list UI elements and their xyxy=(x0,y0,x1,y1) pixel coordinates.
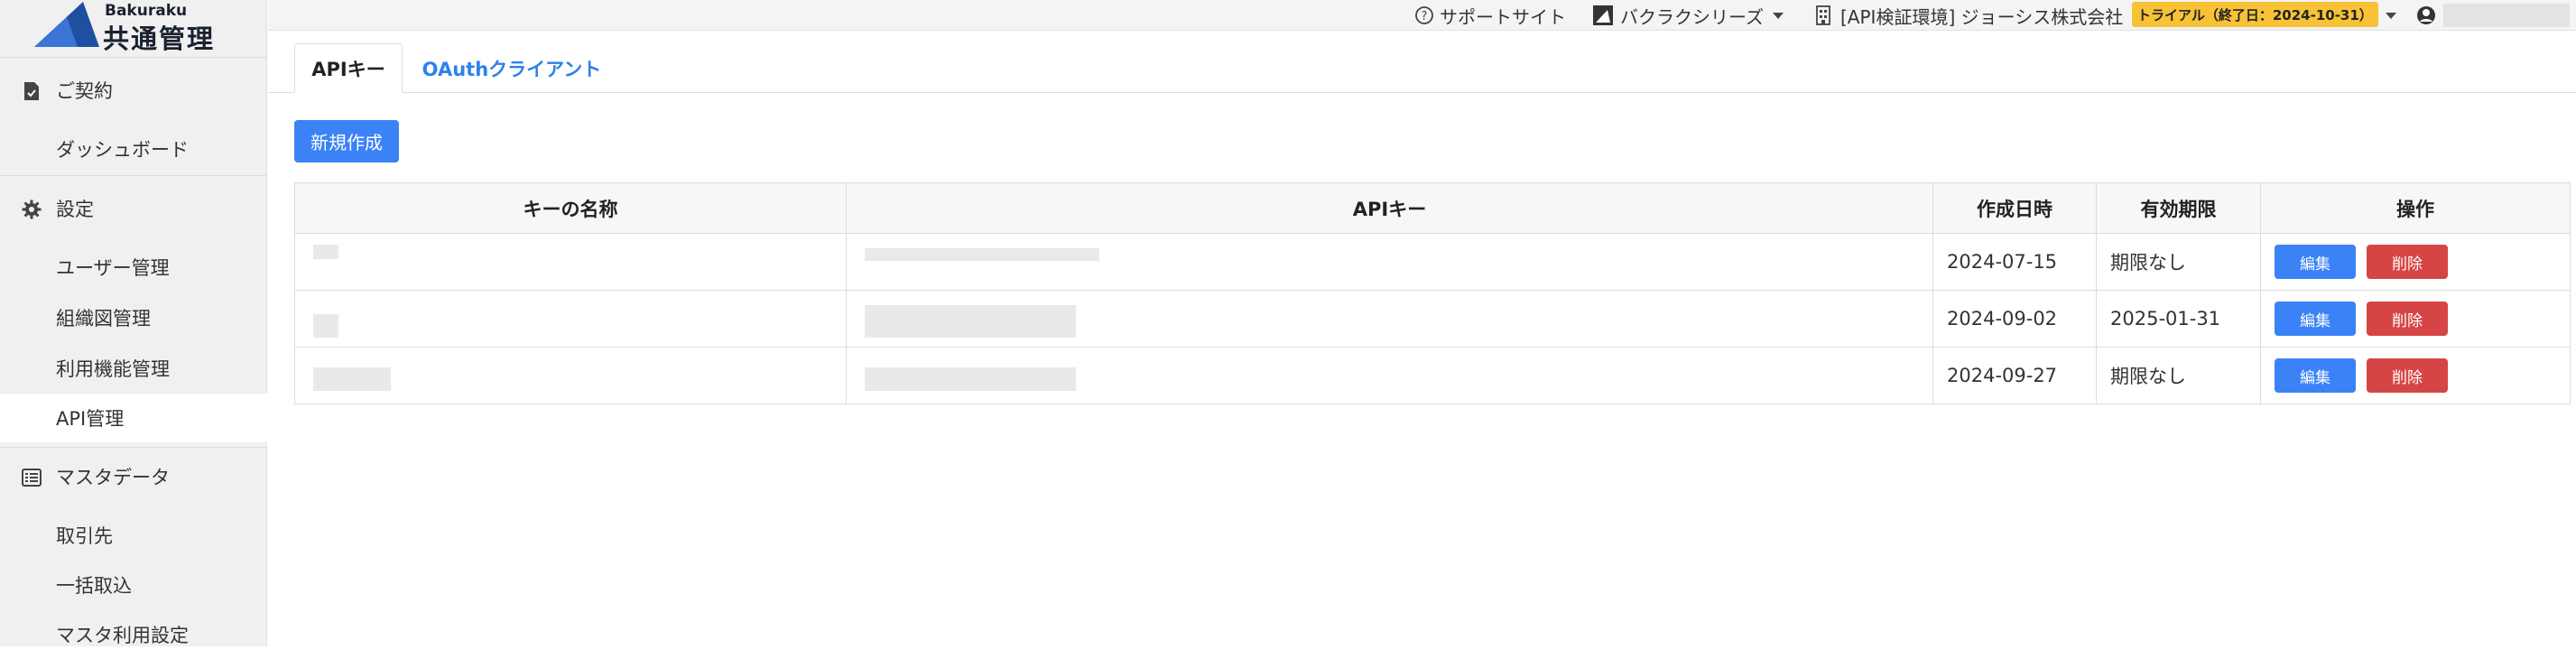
actions-cell: 編集 削除 xyxy=(2260,291,2571,347)
sidebar-item-master-settings[interactable]: マスタ利用設定 xyxy=(0,610,267,659)
contract-document-icon xyxy=(24,82,39,100)
key-name-cell xyxy=(294,291,846,347)
top-bar: ? サポートサイト バクラクシリーズ [API検証環境] ジョーシス株式会社 ト… xyxy=(268,0,2576,31)
redacted-key-name xyxy=(313,314,338,338)
trial-badge: トライアル（終了日：2024-10-31） xyxy=(2132,2,2378,27)
sidebar-section-label: マスタデータ xyxy=(56,467,170,488)
api-key-cell xyxy=(846,348,1932,404)
edit-button[interactable]: 編集 xyxy=(2275,245,2356,279)
column-header-expires[interactable]: 有効期限 xyxy=(2096,183,2260,233)
sidebar-item-features[interactable]: 利用機能管理 xyxy=(0,344,267,393)
company-dropdown-toggle[interactable] xyxy=(2386,0,2396,31)
series-label: バクラクシリーズ xyxy=(1620,5,1764,28)
company-name: [API検証環境] ジョーシス株式会社 xyxy=(1840,5,2124,28)
support-site-label: サポートサイト xyxy=(1440,5,1566,28)
table-row: 2024-09-27 期限なし 編集 削除 xyxy=(294,348,2571,404)
create-new-button[interactable]: 新規作成 xyxy=(294,120,399,162)
sidebar-item-dashboard[interactable]: ダッシュボード xyxy=(0,125,267,173)
redacted-api-key xyxy=(865,248,1099,261)
redacted-key-name xyxy=(313,367,391,391)
key-name-cell xyxy=(294,234,846,290)
table-row: 2024-09-02 2025-01-31 編集 削除 xyxy=(294,291,2571,348)
sidebar-section-master-data[interactable]: マスタデータ xyxy=(0,448,267,506)
delete-button[interactable]: 削除 xyxy=(2367,302,2448,336)
building-icon xyxy=(1816,5,1830,25)
redacted-key-name xyxy=(313,245,338,259)
edit-button[interactable]: 編集 xyxy=(2275,358,2356,393)
gear-icon xyxy=(22,200,42,219)
sidebar-section-label: ご契約 xyxy=(56,80,113,102)
redacted-user-name xyxy=(2443,4,2570,27)
redacted-api-key xyxy=(865,367,1076,391)
created-cell: 2024-07-15 xyxy=(1932,234,2096,290)
delete-button[interactable]: 削除 xyxy=(2367,358,2448,393)
column-header-api-key[interactable]: APIキー xyxy=(846,183,1932,233)
redacted-api-key xyxy=(865,305,1076,338)
bakuraku-logo-icon xyxy=(34,2,99,47)
edit-button[interactable]: 編集 xyxy=(2275,302,2356,336)
logo-brand: Bakuraku xyxy=(105,2,188,20)
sidebar-section-label: 設定 xyxy=(56,199,94,220)
bakuraku-series-icon xyxy=(1593,5,1613,25)
actions-cell: 編集 削除 xyxy=(2260,234,2571,290)
help-circle-icon: ? xyxy=(1415,6,1433,24)
tab-oauth-clients[interactable]: OAuthクライアント xyxy=(417,43,607,93)
support-site-link[interactable]: ? サポートサイト xyxy=(1414,0,1566,31)
list-icon xyxy=(22,469,42,487)
app-logo[interactable]: Bakuraku 共通管理 xyxy=(0,0,267,58)
chevron-down-icon xyxy=(1773,12,1784,19)
expires-cell: 期限なし xyxy=(2096,348,2260,404)
expires-cell: 2025-01-31 xyxy=(2096,291,2260,347)
api-key-cell xyxy=(846,291,1932,347)
expires-cell: 期限なし xyxy=(2096,234,2260,290)
sidebar-item-org-chart[interactable]: 組織図管理 xyxy=(0,293,267,342)
user-avatar-icon xyxy=(2417,6,2435,24)
user-menu[interactable] xyxy=(2416,0,2436,31)
series-dropdown[interactable]: バクラクシリーズ xyxy=(1593,0,1784,31)
tab-api-keys[interactable]: APIキー xyxy=(294,43,403,93)
sidebar-item-partners[interactable]: 取引先 xyxy=(0,511,267,560)
sidebar-section-contract[interactable]: ご契約 xyxy=(0,61,267,119)
column-header-key-name[interactable]: キーの名称 xyxy=(294,183,846,233)
chevron-down-icon xyxy=(2386,12,2396,19)
api-key-cell xyxy=(846,234,1932,290)
sidebar: Bakuraku 共通管理 ご契約 ダッシュボード 設定 ユーザー管理 組織図管 xyxy=(0,0,267,646)
created-cell: 2024-09-02 xyxy=(1932,291,2096,347)
company-selector[interactable]: [API検証環境] ジョーシス株式会社 xyxy=(1815,0,2123,31)
sidebar-item-users[interactable]: ユーザー管理 xyxy=(0,243,267,292)
table-header: キーの名称 APIキー 作成日時 有効期限 操作 xyxy=(294,182,2571,234)
sidebar-item-bulk-import[interactable]: 一括取込 xyxy=(0,561,267,609)
sidebar-item-api[interactable]: API管理 xyxy=(0,394,267,442)
table-row: 2024-07-15 期限なし 編集 削除 xyxy=(294,234,2571,291)
column-header-created[interactable]: 作成日時 xyxy=(1932,183,2096,233)
logo-title: 共通管理 xyxy=(103,23,216,54)
sidebar-section-settings[interactable]: 設定 xyxy=(0,180,267,237)
created-cell: 2024-09-27 xyxy=(1932,348,2096,404)
delete-button[interactable]: 削除 xyxy=(2367,245,2448,279)
key-name-cell xyxy=(294,348,846,404)
column-header-actions: 操作 xyxy=(2260,183,2571,233)
svg-text:?: ? xyxy=(1422,10,1428,23)
actions-cell: 編集 削除 xyxy=(2260,348,2571,404)
